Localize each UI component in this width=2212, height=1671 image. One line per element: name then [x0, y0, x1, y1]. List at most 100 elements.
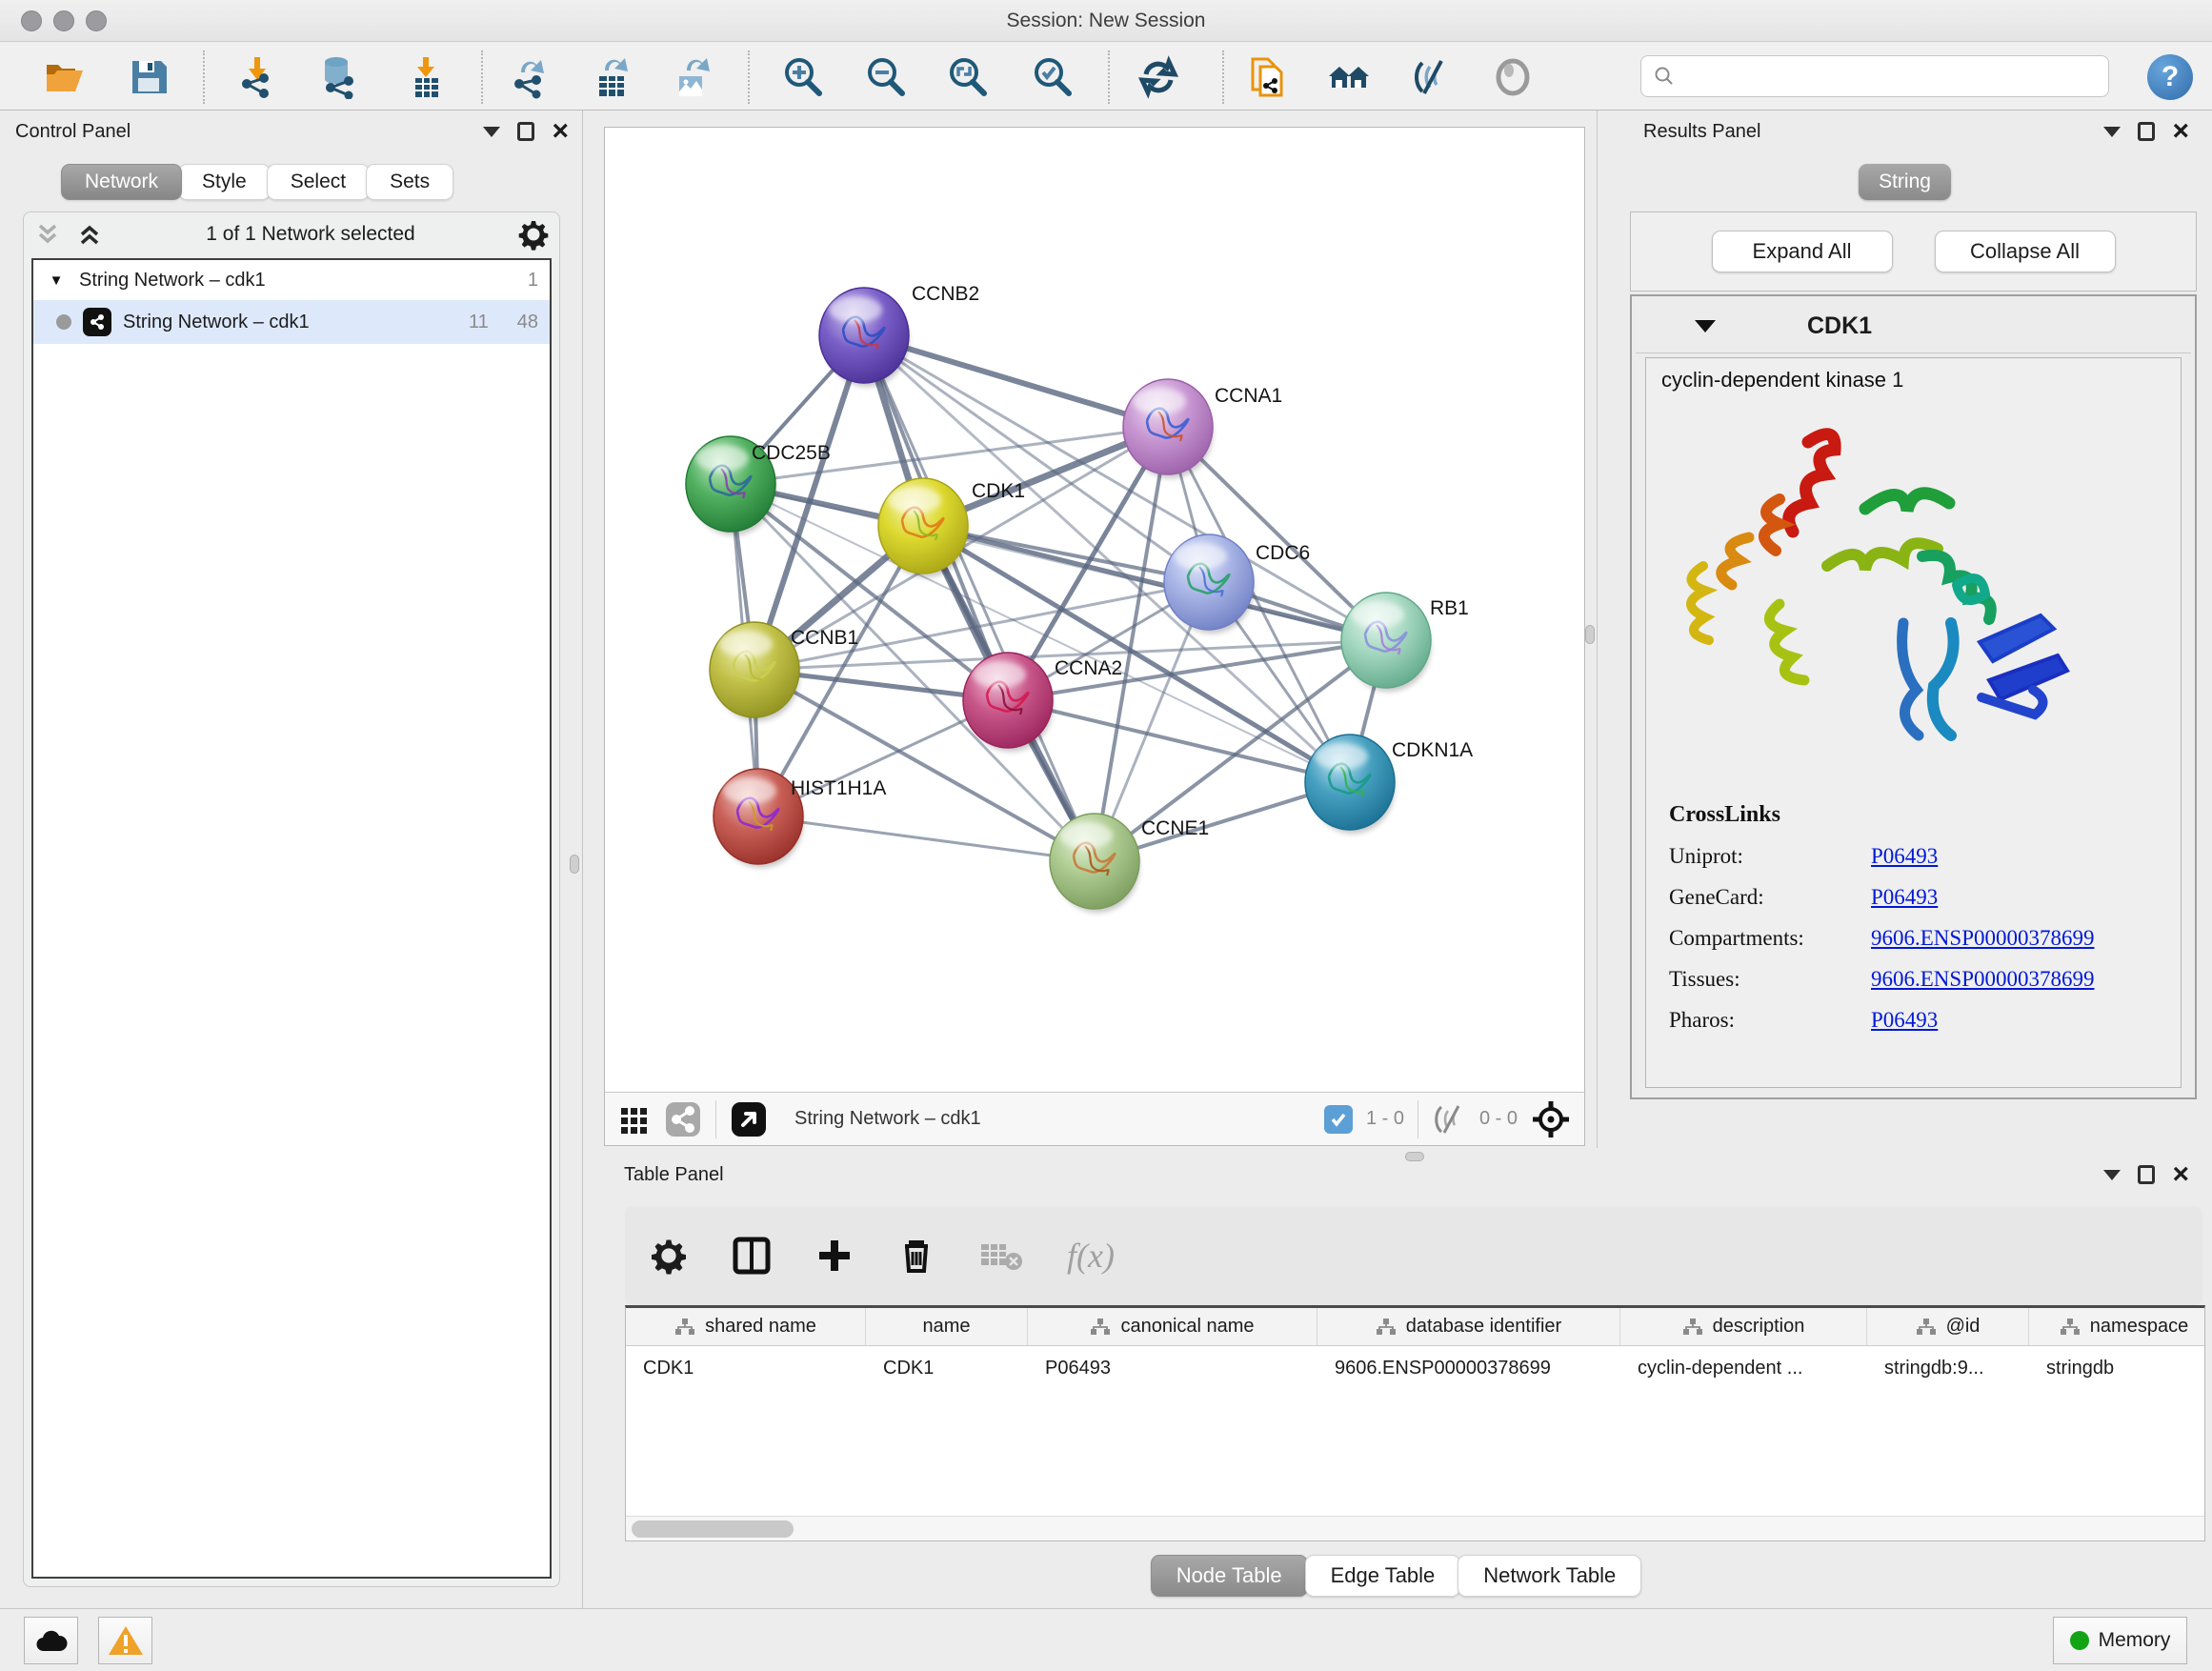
expand-all-button[interactable]: Expand All [1712, 231, 1893, 272]
table-cell[interactable]: CDK1 [866, 1346, 1028, 1390]
node-table[interactable]: shared namenamecanonical namedatabase id… [625, 1305, 2205, 1541]
clone-network-icon[interactable] [1244, 54, 1290, 100]
hidden-count: 0 - 0 [1479, 1108, 1518, 1130]
table-cell[interactable]: CDK1 [626, 1346, 866, 1390]
import-table-file-icon[interactable] [403, 54, 449, 100]
zoom-fit-icon[interactable] [944, 54, 990, 100]
splitter-handle[interactable] [570, 855, 579, 874]
gear-icon[interactable] [650, 1237, 688, 1275]
crosslink-row: Uniprot:P06493 [1669, 844, 2165, 869]
search-input[interactable] [1683, 65, 2108, 88]
panel-float-icon[interactable] [517, 122, 534, 141]
add-column-icon[interactable] [815, 1237, 854, 1275]
network-row[interactable]: String Network – cdk1 11 48 [33, 300, 550, 344]
panel-float-icon[interactable] [2138, 122, 2155, 141]
sphere-eye-icon[interactable] [1490, 54, 1536, 100]
import-network-file-icon[interactable] [234, 54, 280, 100]
memory-label: Memory [2099, 1629, 2171, 1652]
toolbar-separator [1222, 50, 1224, 104]
save-session-icon[interactable] [126, 54, 171, 100]
table-header: shared namenamecanonical namedatabase id… [626, 1308, 2204, 1346]
crosslink-link[interactable]: P06493 [1871, 885, 1938, 910]
export-table-icon[interactable] [589, 54, 634, 100]
export-network-icon[interactable] [507, 54, 553, 100]
node-section-header[interactable]: CDK1 [1636, 300, 2191, 353]
node-description: cyclin-dependent kinase 1 [1661, 368, 1903, 393]
share-view-icon[interactable] [664, 1100, 702, 1138]
delete-column-icon[interactable] [897, 1237, 935, 1275]
toolbar-separator [1108, 50, 1110, 104]
tab-network-table[interactable]: Network Table [1458, 1555, 1641, 1597]
zoom-selected-icon[interactable] [1029, 54, 1075, 100]
memory-button[interactable]: Memory [2053, 1617, 2187, 1664]
panel-close-icon[interactable]: × [552, 122, 569, 141]
column-header-name[interactable]: name [866, 1308, 1028, 1345]
crosslinks-title: CrossLinks [1669, 802, 2165, 828]
network-collection-row[interactable]: ▼ String Network – cdk1 1 [33, 260, 550, 300]
gear-icon[interactable] [517, 218, 550, 251]
results-actions: Expand All Collapse All [1630, 211, 2197, 292]
column-header-sharedname[interactable]: shared name [626, 1308, 866, 1345]
panel-collapse-icon[interactable] [483, 127, 500, 137]
crosslink-link[interactable]: P06493 [1871, 844, 1938, 869]
search-box[interactable] [1640, 55, 2109, 97]
crosshair-icon[interactable] [1531, 1099, 1571, 1139]
crosslink-link[interactable]: P06493 [1871, 1008, 1938, 1033]
column-header-databaseidentifier[interactable]: database identifier [1317, 1308, 1620, 1345]
column-header-canonicalname[interactable]: canonical name [1028, 1308, 1317, 1345]
table-cell[interactable]: 9606.ENSP00000378699 [1317, 1346, 1620, 1390]
crosslink-link[interactable]: 9606.ENSP00000378699 [1871, 926, 2095, 951]
collection-label: String Network – cdk1 [79, 270, 266, 292]
table-cell[interactable]: P06493 [1028, 1346, 1317, 1390]
network-svg[interactable]: CCNB2CCNA1CDC25BCDK1CDC6RB1CCNB1CCNA2CDK… [605, 128, 1584, 1092]
tab-style[interactable]: Style [178, 164, 271, 200]
expand-all-icon[interactable] [75, 220, 104, 249]
column-type-icon [1090, 1318, 1111, 1337]
open-session-icon[interactable] [42, 54, 88, 100]
scrollbar-thumb[interactable] [632, 1520, 794, 1538]
tab-node-table[interactable]: Node Table [1151, 1555, 1308, 1597]
splitter-handle[interactable] [1585, 625, 1595, 644]
section-collapse-icon[interactable] [1695, 320, 1716, 332]
column-type-icon [1376, 1318, 1397, 1337]
panel-collapse-icon[interactable] [2103, 127, 2121, 137]
zoom-in-icon[interactable] [779, 54, 825, 100]
tree-expand-icon[interactable]: ▼ [45, 272, 68, 289]
collapse-all-button[interactable]: Collapse All [1935, 231, 2116, 272]
export-image-icon[interactable] [669, 54, 714, 100]
collapse-all-icon[interactable] [33, 220, 62, 249]
columns-icon[interactable] [732, 1236, 772, 1276]
table-cell[interactable]: stringdb:9... [1867, 1346, 2029, 1390]
panel-close-icon[interactable]: × [2172, 1165, 2189, 1184]
import-network-database-icon[interactable] [316, 54, 362, 100]
selected-checkbox-icon[interactable] [1324, 1105, 1353, 1134]
birds-eye-icon[interactable] [730, 1100, 768, 1138]
node-label-cdc25b: CDC25B [752, 442, 831, 464]
refresh-icon[interactable] [1136, 54, 1181, 100]
table-cell[interactable]: stringdb [2029, 1346, 2205, 1390]
panel-float-icon[interactable] [2138, 1165, 2155, 1184]
node-details: cyclin-dependent kinase 1 [1645, 357, 2182, 1088]
table-cell[interactable]: cyclin-dependent ... [1620, 1346, 1867, 1390]
cloud-button[interactable] [24, 1617, 78, 1664]
tab-select[interactable]: Select [267, 164, 370, 200]
help-icon[interactable]: ? [2147, 54, 2193, 100]
panel-close-icon[interactable]: × [2172, 122, 2189, 141]
horizontal-scrollbar[interactable] [626, 1516, 2204, 1540]
column-header-description[interactable]: description [1620, 1308, 1867, 1345]
tab-sets[interactable]: Sets [366, 164, 453, 200]
warning-button[interactable] [98, 1617, 152, 1664]
tab-network[interactable]: Network [61, 164, 182, 200]
zoom-out-icon[interactable] [862, 54, 908, 100]
section-node-name: CDK1 [1807, 312, 1872, 340]
crosslink-link[interactable]: 9606.ENSP00000378699 [1871, 967, 2095, 992]
home-networks-icon[interactable] [1326, 54, 1372, 100]
tab-edge-table[interactable]: Edge Table [1305, 1555, 1461, 1597]
grid-view-icon[interactable] [618, 1103, 651, 1136]
memory-status-icon [2070, 1631, 2089, 1650]
tab-string[interactable]: String [1859, 164, 1951, 200]
hide-eye-icon[interactable] [1408, 54, 1454, 100]
column-header-namespace[interactable]: namespace [2029, 1308, 2205, 1345]
panel-collapse-icon[interactable] [2103, 1170, 2121, 1180]
column-header-id[interactable]: @id [1867, 1308, 2029, 1345]
